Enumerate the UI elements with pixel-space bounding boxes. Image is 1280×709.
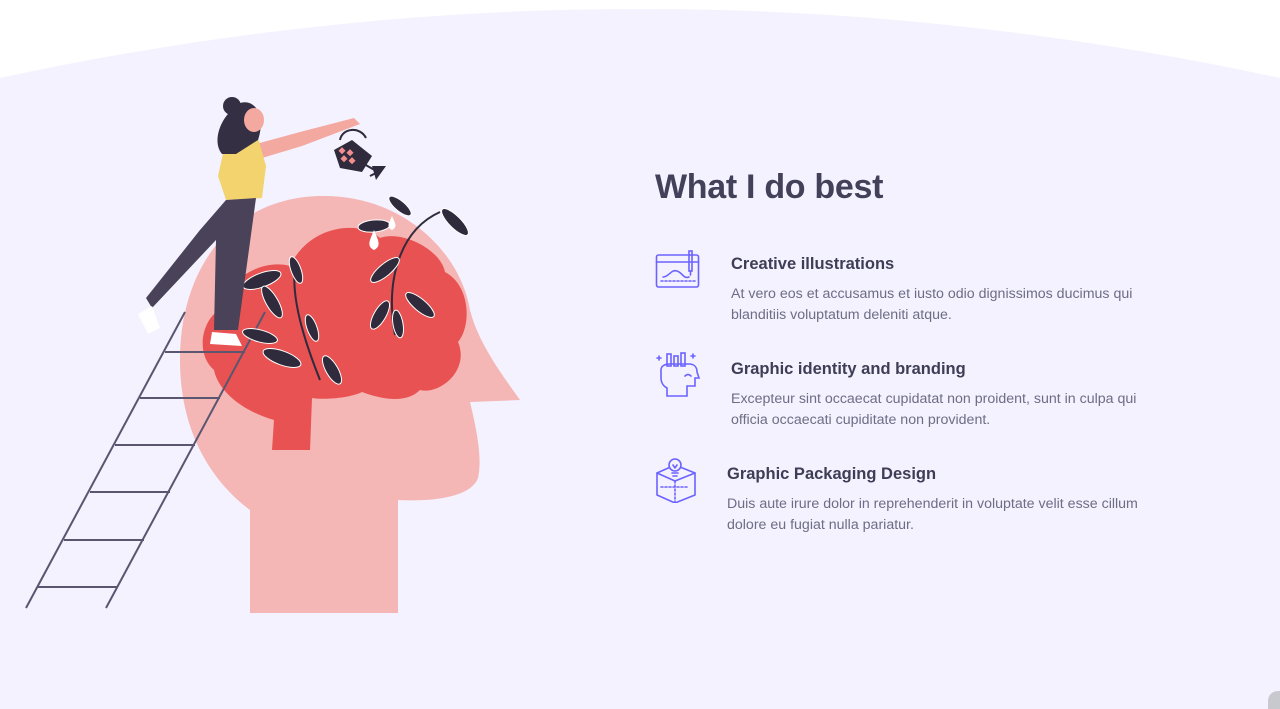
service-text: Creative illustrations At vero eos et ac… <box>731 255 1175 326</box>
service-item-branding: Graphic identity and branding Excepteur … <box>655 352 1175 431</box>
service-description: At vero eos et accusamus et iusto odio d… <box>731 286 1133 323</box>
service-text: Graphic identity and branding Excepteur … <box>731 360 1175 431</box>
service-description: Excepteur sint occaecat cupidatat non pr… <box>731 391 1137 428</box>
design-tools-monitor-icon <box>655 250 700 288</box>
scroll-to-top-handle[interactable] <box>1268 691 1280 709</box>
section-title: What I do best <box>655 168 884 206</box>
service-title: Graphic identity and branding <box>731 360 966 378</box>
services-list: Creative illustrations At vero eos et ac… <box>655 250 1175 536</box>
service-item-packaging: Graphic Packaging Design Duis aute irure… <box>655 458 1175 536</box>
head-ideas-icon <box>656 352 701 397</box>
lightbulb-box-icon <box>656 458 696 503</box>
hero-illustration <box>25 97 520 613</box>
service-text: Graphic Packaging Design Duis aute irure… <box>727 465 1175 536</box>
service-description: Duis aute irure dolor in reprehenderit i… <box>727 496 1138 533</box>
service-title: Graphic Packaging Design <box>727 465 937 483</box>
services-section: What I do best Creative illustrations At… <box>655 168 1175 570</box>
watering-can <box>334 129 386 180</box>
service-title: Creative illustrations <box>731 255 895 273</box>
service-item-illustrations: Creative illustrations At vero eos et ac… <box>655 250 1175 326</box>
